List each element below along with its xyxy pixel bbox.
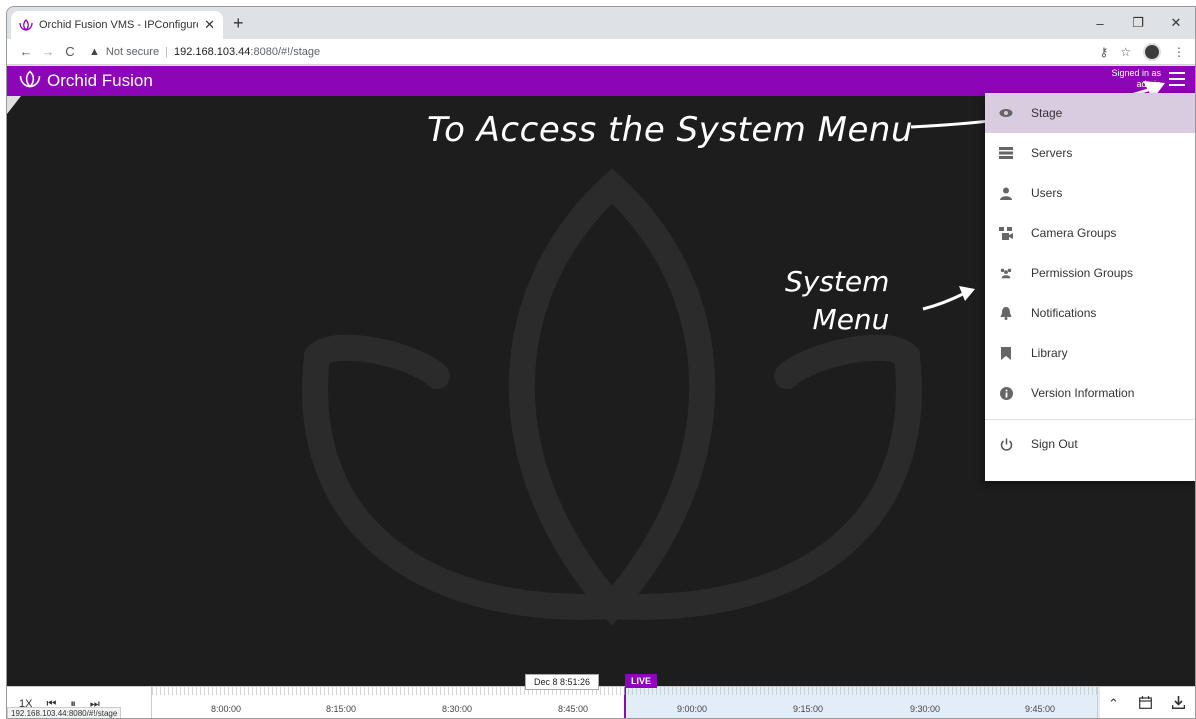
menu-label-servers: Servers: [1031, 146, 1073, 160]
menu-label-camera-groups: Camera Groups: [1031, 226, 1117, 240]
menu-label-sign-out: Sign Out: [1031, 437, 1078, 451]
menu-label-version-information: Version Information: [1031, 386, 1135, 400]
tab-bar: Orchid Fusion VMS - IPConfigure ✕ + – ❐ …: [7, 7, 1195, 39]
orchid-logo-icon: [19, 69, 41, 93]
timeline-label: 9:45:00: [1024, 704, 1056, 714]
menu-item-camera-groups[interactable]: Camera Groups: [985, 213, 1195, 253]
system-menu: Stage Servers Users Camera Groups Permis…: [985, 93, 1195, 481]
annotation-system-line2: Menu: [812, 303, 890, 336]
forward-icon[interactable]: →: [37, 44, 59, 59]
annotation-system-line1: System: [785, 265, 890, 298]
key-icon[interactable]: ⚷: [1099, 45, 1108, 59]
status-url: 192.168.103.44:8080/#!/stage: [7, 707, 122, 718]
live-badge[interactable]: LIVE: [625, 674, 658, 688]
address-bar-actions: ⚷ ☆ ⋮: [1099, 43, 1185, 61]
bookmark-icon: [999, 346, 1013, 360]
star-icon[interactable]: ☆: [1120, 45, 1131, 59]
camera-group-icon: [999, 226, 1013, 240]
menu-label-library: Library: [1031, 346, 1068, 360]
url-host: 192.168.103.44: [173, 45, 251, 58]
menu-item-stage[interactable]: Stage: [985, 93, 1195, 133]
power-icon: [999, 437, 1013, 451]
stage-corner-tab[interactable]: [7, 96, 21, 114]
maximize-button[interactable]: ❐: [1119, 7, 1157, 39]
user-icon: [999, 186, 1013, 200]
back-icon[interactable]: ←: [15, 44, 37, 59]
address-bar: ← → C ▲ Not secure | 192.168.103.44:8080…: [7, 39, 1195, 65]
timeline-ticks: [152, 687, 1099, 695]
timeline-label: 8:30:00: [441, 704, 473, 714]
server-icon: [999, 146, 1013, 160]
chevron-up-icon[interactable]: ⌃: [1108, 696, 1119, 712]
menu-label-stage: Stage: [1031, 106, 1063, 120]
url-separator: |: [165, 45, 168, 58]
annotation-system-menu: System Menu: [785, 263, 889, 339]
window-controls: – ❐ ✕: [1081, 7, 1195, 39]
eye-icon: [999, 106, 1013, 120]
new-tab-button[interactable]: +: [233, 13, 244, 33]
menu-divider: [985, 419, 1195, 420]
kebab-menu-icon[interactable]: ⋮: [1173, 45, 1185, 59]
timeline-label: 9:30:00: [909, 704, 941, 714]
info-icon: [999, 386, 1013, 400]
timeline-bar: 1X ⏮ ⏸ ⏭ 8:00:00 8:15:00 8:30:00 8:45:00…: [7, 686, 1195, 718]
brand-name: Orchid Fusion: [47, 71, 153, 90]
warning-icon: ▲: [89, 45, 100, 58]
reload-icon[interactable]: C: [59, 44, 81, 59]
tab-close-icon[interactable]: ✕: [204, 17, 215, 33]
bell-icon: [999, 306, 1013, 320]
timeline-actions: ⌃: [1097, 687, 1195, 718]
menu-label-permission-groups: Permission Groups: [1031, 266, 1134, 280]
menu-item-permission-groups[interactable]: Permission Groups: [985, 253, 1195, 293]
current-time-badge: Dec 8 8:51:26: [525, 674, 600, 690]
timeline-label: 8:45:00: [557, 704, 589, 714]
timeline-label: 9:15:00: [792, 704, 824, 714]
annotation-access-menu: To Access the System Menu: [427, 110, 914, 150]
download-icon[interactable]: [1171, 696, 1186, 712]
browser-tab[interactable]: Orchid Fusion VMS - IPConfigure ✕: [11, 11, 223, 39]
timeline-track[interactable]: 8:00:00 8:15:00 8:30:00 8:45:00 9:00:00 …: [151, 687, 1100, 718]
profile-avatar[interactable]: [1143, 43, 1161, 61]
menu-item-servers[interactable]: Servers: [985, 133, 1195, 173]
menu-label-users: Users: [1031, 186, 1063, 200]
people-icon: [999, 266, 1013, 280]
calendar-icon[interactable]: [1139, 696, 1152, 712]
menu-label-notifications: Notifications: [1031, 306, 1097, 320]
menu-item-sign-out[interactable]: Sign Out: [985, 424, 1195, 464]
menu-item-users[interactable]: Users: [985, 173, 1195, 213]
url-path: :8080/#!/stage: [250, 45, 321, 58]
close-window-button[interactable]: ✕: [1157, 7, 1195, 39]
orchid-watermark-icon: [302, 168, 922, 626]
menu-item-library[interactable]: Library: [985, 333, 1195, 373]
tab-title: Orchid Fusion VMS - IPConfigure: [39, 19, 199, 31]
url-field[interactable]: ▲ Not secure | 192.168.103.44:8080/#!/st…: [89, 46, 320, 58]
timeline-label: 8:00:00: [210, 704, 242, 714]
not-secure-label: Not secure: [105, 45, 160, 58]
annotation-arrow-menu: [922, 286, 975, 311]
browser-window: Orchid Fusion VMS - IPConfigure ✕ + – ❐ …: [6, 6, 1196, 719]
orchid-favicon-icon: [19, 18, 33, 32]
minimize-button[interactable]: –: [1081, 7, 1119, 39]
menu-item-version-information[interactable]: Version Information: [985, 373, 1195, 413]
timeline-label: 9:00:00: [676, 704, 708, 714]
menu-item-notifications[interactable]: Notifications: [985, 293, 1195, 333]
brand[interactable]: Orchid Fusion: [19, 69, 153, 93]
timeline-label: 8:15:00: [325, 704, 357, 714]
